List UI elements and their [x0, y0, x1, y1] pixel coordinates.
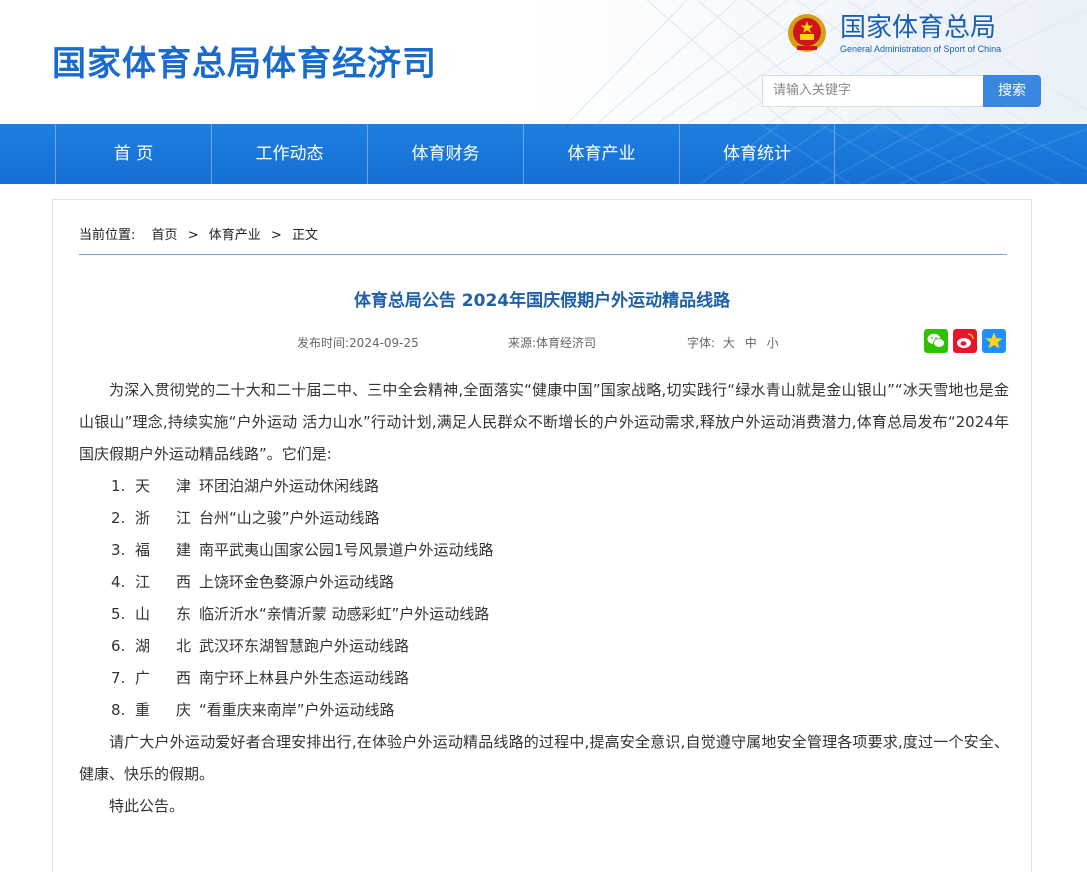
breadcrumb: 当前位置: 首页 > 体育产业 > 正文 [79, 227, 324, 245]
route-province: 江西 [135, 573, 191, 591]
closing-paragraph: 请广大户外运动爱好者合理安排出行,在体验户外运动精品线路的过程中,提高安全意识,… [79, 733, 1009, 783]
route-province: 山东 [135, 605, 191, 623]
nav-item-home[interactable]: 首 页 [55, 124, 211, 184]
route-number: 3. [111, 541, 126, 559]
route-province: 福建 [135, 541, 191, 559]
font-size-controls: 字体: 大 中 小 [687, 334, 779, 352]
font-size-label: 字体: [687, 336, 716, 350]
route-item: 4. 江西 上饶环金色婺源户外运动线路 [79, 566, 1009, 598]
breadcrumb-prefix: 当前位置: [79, 228, 136, 243]
route-number: 5. [111, 605, 126, 623]
route-item: 1. 天津 环团泊湖户外运动休闲线路 [79, 470, 1009, 502]
route-number: 1. [111, 477, 126, 495]
route-province: 湖北 [135, 637, 191, 655]
route-item: 5. 山东 临沂沂水“亲情沂蒙 动感彩虹”户外运动线路 [79, 598, 1009, 630]
signoff-paragraph: 特此公告。 [109, 797, 185, 815]
route-number: 8. [111, 701, 126, 719]
route-name: “看重庆来南岸”户外运动线路 [199, 701, 395, 719]
breadcrumb-current: 正文 [291, 228, 318, 243]
nav-items: 首 页 工作动态 体育财务 体育产业 体育统计 [55, 124, 835, 184]
route-province: 天津 [135, 477, 191, 495]
nav-item-sports-finance[interactable]: 体育财务 [367, 124, 523, 184]
intro-paragraph: 为深入贯彻党的二十大和二十届二中、三中全会精神,全面落实“健康中国”国家战略,切… [79, 381, 1009, 463]
breadcrumb-section-link[interactable]: 体育产业 [209, 228, 261, 243]
nav-item-sports-statistics[interactable]: 体育统计 [679, 124, 835, 184]
route-province: 重庆 [135, 701, 191, 719]
qzone-star-icon[interactable] [982, 329, 1006, 353]
route-name: 环团泊湖户外运动休闲线路 [199, 477, 380, 495]
font-small-button[interactable]: 小 [767, 336, 779, 350]
search-button[interactable]: 搜索 [983, 75, 1041, 107]
route-item: 2. 浙江 台州“山之骏”户外运动线路 [79, 502, 1009, 534]
route-item: 6. 湖北 武汉环东湖智慧跑户外运动线路 [79, 630, 1009, 662]
weibo-icon[interactable] [953, 329, 977, 353]
breadcrumb-divider [79, 254, 1007, 255]
route-number: 2. [111, 509, 126, 527]
site-title[interactable]: 国家体育总局体育经济司 [52, 42, 437, 86]
breadcrumb-separator: > [270, 228, 282, 243]
route-item: 8. 重庆 “看重庆来南岸”户外运动线路 [79, 694, 1009, 726]
article-source: 来源:体育经济司 [508, 336, 597, 350]
breadcrumb-home-link[interactable]: 首页 [152, 228, 178, 243]
route-name: 南平武夷山国家公园1号风景道户外运动线路 [199, 541, 494, 559]
publish-time: 发布时间:2024-09-25 [297, 336, 419, 350]
breadcrumb-separator: > [187, 228, 199, 243]
font-medium-button[interactable]: 中 [745, 336, 757, 350]
font-large-button[interactable]: 大 [723, 336, 735, 350]
national-emblem-icon [788, 14, 826, 52]
search-input[interactable]: 请输入关键字 [762, 75, 984, 107]
article-card: 当前位置: 首页 > 体育产业 > 正文 体育总局公告 2024年国庆假期户外运… [52, 199, 1032, 872]
route-province: 浙江 [135, 509, 191, 527]
route-name: 临沂沂水“亲情沂蒙 动感彩虹”户外运动线路 [199, 605, 490, 623]
route-name: 武汉环东湖智慧跑户外运动线路 [199, 637, 410, 655]
site-header: 国家体育总局体育经济司 国家体育总局 General Administratio… [0, 0, 1087, 124]
nav-item-work-news[interactable]: 工作动态 [211, 124, 367, 184]
route-number: 4. [111, 573, 126, 591]
route-item: 3. 福建 南平武夷山国家公园1号风景道户外运动线路 [79, 534, 1009, 566]
route-name: 台州“山之骏”户外运动线路 [199, 509, 380, 527]
route-name: 上饶环金色婺源户外运动线路 [199, 573, 395, 591]
org-name-en: General Administration of Sport of China [840, 44, 1002, 54]
article-title: 体育总局公告 2024年国庆假期户外运动精品线路 [353, 291, 731, 311]
main-nav: 首 页 工作动态 体育财务 体育产业 体育统计 [0, 124, 1087, 184]
wechat-icon[interactable] [924, 329, 948, 353]
route-number: 6. [111, 637, 126, 655]
route-name: 南宁环上林县户外生态运动线路 [199, 669, 410, 687]
route-province: 广西 [135, 669, 191, 687]
route-number: 7. [111, 669, 126, 687]
org-name-cn[interactable]: 国家体育总局 [840, 12, 996, 44]
route-item: 7. 广西 南宁环上林县户外生态运动线路 [79, 662, 1009, 694]
article-body: 为深入贯彻党的二十大和二十届二中、三中全会精神,全面落实“健康中国”国家战略,切… [79, 374, 1009, 822]
nav-item-sports-industry[interactable]: 体育产业 [523, 124, 679, 184]
